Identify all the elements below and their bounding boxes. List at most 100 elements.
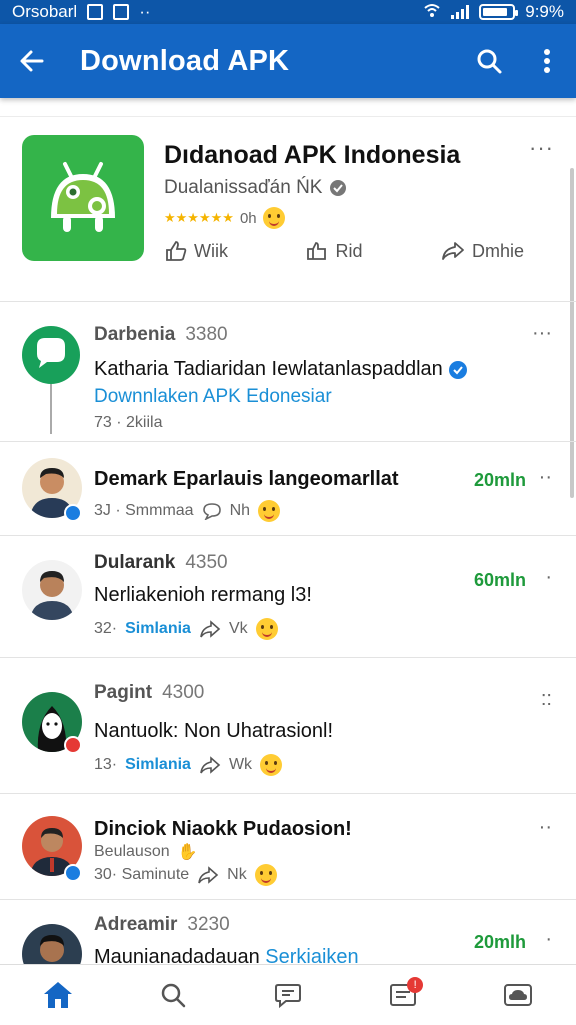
post-time: 20mln [473, 470, 526, 490]
post-meta-text: 30· Saminute [94, 866, 190, 883]
carrier-label: Orsobarl [12, 2, 78, 21]
share-icon [200, 756, 221, 774]
smile-emoji-icon [254, 864, 277, 886]
avatar[interactable] [22, 560, 82, 620]
list-item[interactable]: Demark Eparlauis langeomarllat 20mln ·· … [0, 442, 576, 536]
wifi-icon [423, 2, 441, 23]
nav-messages[interactable]: ! [363, 965, 443, 1025]
rating-row: ★★★★★★ 0h [164, 207, 285, 229]
page-title: Download APK [80, 44, 290, 77]
post-meta: 3J · Smmmaa Nh [94, 500, 281, 522]
status-bar: Orsobarl ·· 9:9% [0, 0, 576, 24]
post-meta: 32· Simlania Vk [94, 618, 278, 640]
list-item[interactable]: Pagint 4300 Nantuolk: Non Uhatrasionl! ::… [0, 658, 576, 794]
clap-icon: ✋ [177, 844, 198, 861]
search-icon [161, 983, 186, 1007]
post-more-button[interactable]: · [545, 928, 552, 951]
post-meta: 13· Simlania Wk [94, 754, 283, 776]
verified-badge-icon [64, 864, 82, 882]
share-button[interactable]: Dmhie [440, 239, 524, 263]
post-time: 60mln [473, 570, 526, 590]
alert-badge-icon [64, 736, 82, 754]
post-text: Dinciok Niaokk Pudaosion! [94, 818, 352, 840]
list-item[interactable]: Adreamir 3230 Maunianadadauan Serkiaiken … [0, 900, 576, 964]
author-count: 4300 [162, 682, 205, 703]
post-meta-link[interactable]: Simlania [125, 620, 191, 638]
post-author: Darbenia 3380 [94, 324, 228, 346]
post-text: Maunianadadauan Serkiaiken [94, 946, 359, 964]
post-more-button[interactable]: · [545, 566, 552, 589]
post-subline-text: Beulauson [94, 843, 170, 860]
feed[interactable]: Dıdanoad APK Indonesia Dualanissaďán ŃK … [0, 98, 576, 964]
post-meta-link[interactable]: Simlania [125, 756, 191, 774]
post-meta-label: Vk [228, 620, 248, 637]
list-item[interactable]: Dularank 4350 Nerliakenioh rermang l3! 60… [0, 536, 576, 658]
share-arrow-icon [442, 242, 464, 260]
author-name: Adreamir [94, 914, 178, 935]
author-count: 3230 [187, 914, 230, 935]
back-button[interactable] [0, 24, 64, 98]
nav-search[interactable] [133, 965, 213, 1025]
share-icon [198, 866, 219, 884]
post-text: Nantuolk: Non Uhatrasionl! [94, 720, 334, 742]
post-inline-link[interactable]: Serkiaiken [265, 946, 358, 964]
author-name: Pagint [94, 682, 153, 703]
arrow-left-icon [20, 50, 44, 72]
verified-badge-icon [449, 360, 468, 379]
author-count: 4350 [185, 552, 228, 573]
post-link[interactable]: Downnlaken APK Edonesiar [94, 386, 332, 408]
post-subline: Beulauson ✋ [94, 842, 198, 862]
author-name: Dularank [94, 552, 176, 573]
overflow-menu-button[interactable] [518, 24, 576, 98]
app-card-more-button[interactable]: ··· [529, 135, 554, 161]
post-author: Adreamir 3230 [94, 914, 230, 936]
post-more-button[interactable]: ·· [539, 466, 552, 489]
post-author: Pagint 4300 [94, 682, 204, 704]
clock: 9:9% [525, 2, 564, 21]
notification-icon [87, 4, 104, 20]
reaction-icon [307, 242, 327, 260]
chat-bubble-icon [274, 983, 301, 1008]
list-item[interactable]: Darbenia 3380 Katharia Tadiaridan Iewlata… [0, 302, 576, 442]
post-meta-text: 3J · Smmmaa [94, 502, 194, 519]
cloud-icon [504, 983, 533, 1006]
share-label: Dmhie [471, 240, 524, 261]
comment-icon [202, 503, 221, 520]
notification-badge: ! [407, 976, 424, 993]
app-subtitle-text: Dualanissaďán ŃK [164, 177, 323, 198]
post-meta-label: Wk [228, 756, 253, 773]
nav-home[interactable] [18, 965, 98, 1025]
search-button[interactable] [460, 24, 518, 98]
post-more-button[interactable]: ··· [532, 322, 552, 345]
nav-feed[interactable] [248, 965, 328, 1025]
battery-icon [479, 4, 519, 20]
list-item[interactable]: Dinciok Niaokk Pudaosion! Beulauson ✋ ··… [0, 794, 576, 900]
app-card[interactable]: Dıdanoad APK Indonesia Dualanissaďán ŃK … [0, 116, 576, 302]
more-notifications-icon: ·· [139, 2, 151, 21]
post-meta: 30· Saminute Nk [94, 864, 277, 886]
bottom-navigation: ! [0, 964, 576, 1024]
search-icon [477, 49, 502, 74]
author-count: 3380 [185, 324, 228, 345]
post-time: 20mlh [473, 932, 526, 952]
nav-cloud[interactable] [478, 965, 558, 1025]
post-meta-text: 32· [94, 620, 118, 637]
post-author: Dularank 4350 [94, 552, 228, 574]
star-rating: ★★★★★★ [164, 210, 234, 225]
home-icon [43, 981, 72, 1008]
post-text-body: Katharia Tadiaridan Iewlatanlaspaddlan [94, 358, 443, 380]
post-more-button[interactable]: :: [541, 688, 552, 711]
post-text: Demark Eparlauis langeomarllat [94, 468, 399, 490]
smile-emoji-icon [255, 618, 278, 640]
like-button[interactable]: Wiik [164, 239, 228, 263]
map-pin-icon [20, 324, 82, 439]
verified-badge-icon [64, 504, 82, 522]
avatar[interactable] [22, 924, 82, 964]
post-more-button[interactable]: ·· [539, 816, 552, 839]
like-label: Wiik [194, 240, 228, 261]
author-name: Darbenia [94, 324, 176, 345]
post-meta-text: 13· [94, 756, 118, 773]
react-button[interactable]: Rid [305, 239, 363, 263]
app-subtitle: Dualanissaďán ŃK [164, 177, 347, 199]
post-text: Nerliakenioh rermang l3! [94, 584, 312, 606]
